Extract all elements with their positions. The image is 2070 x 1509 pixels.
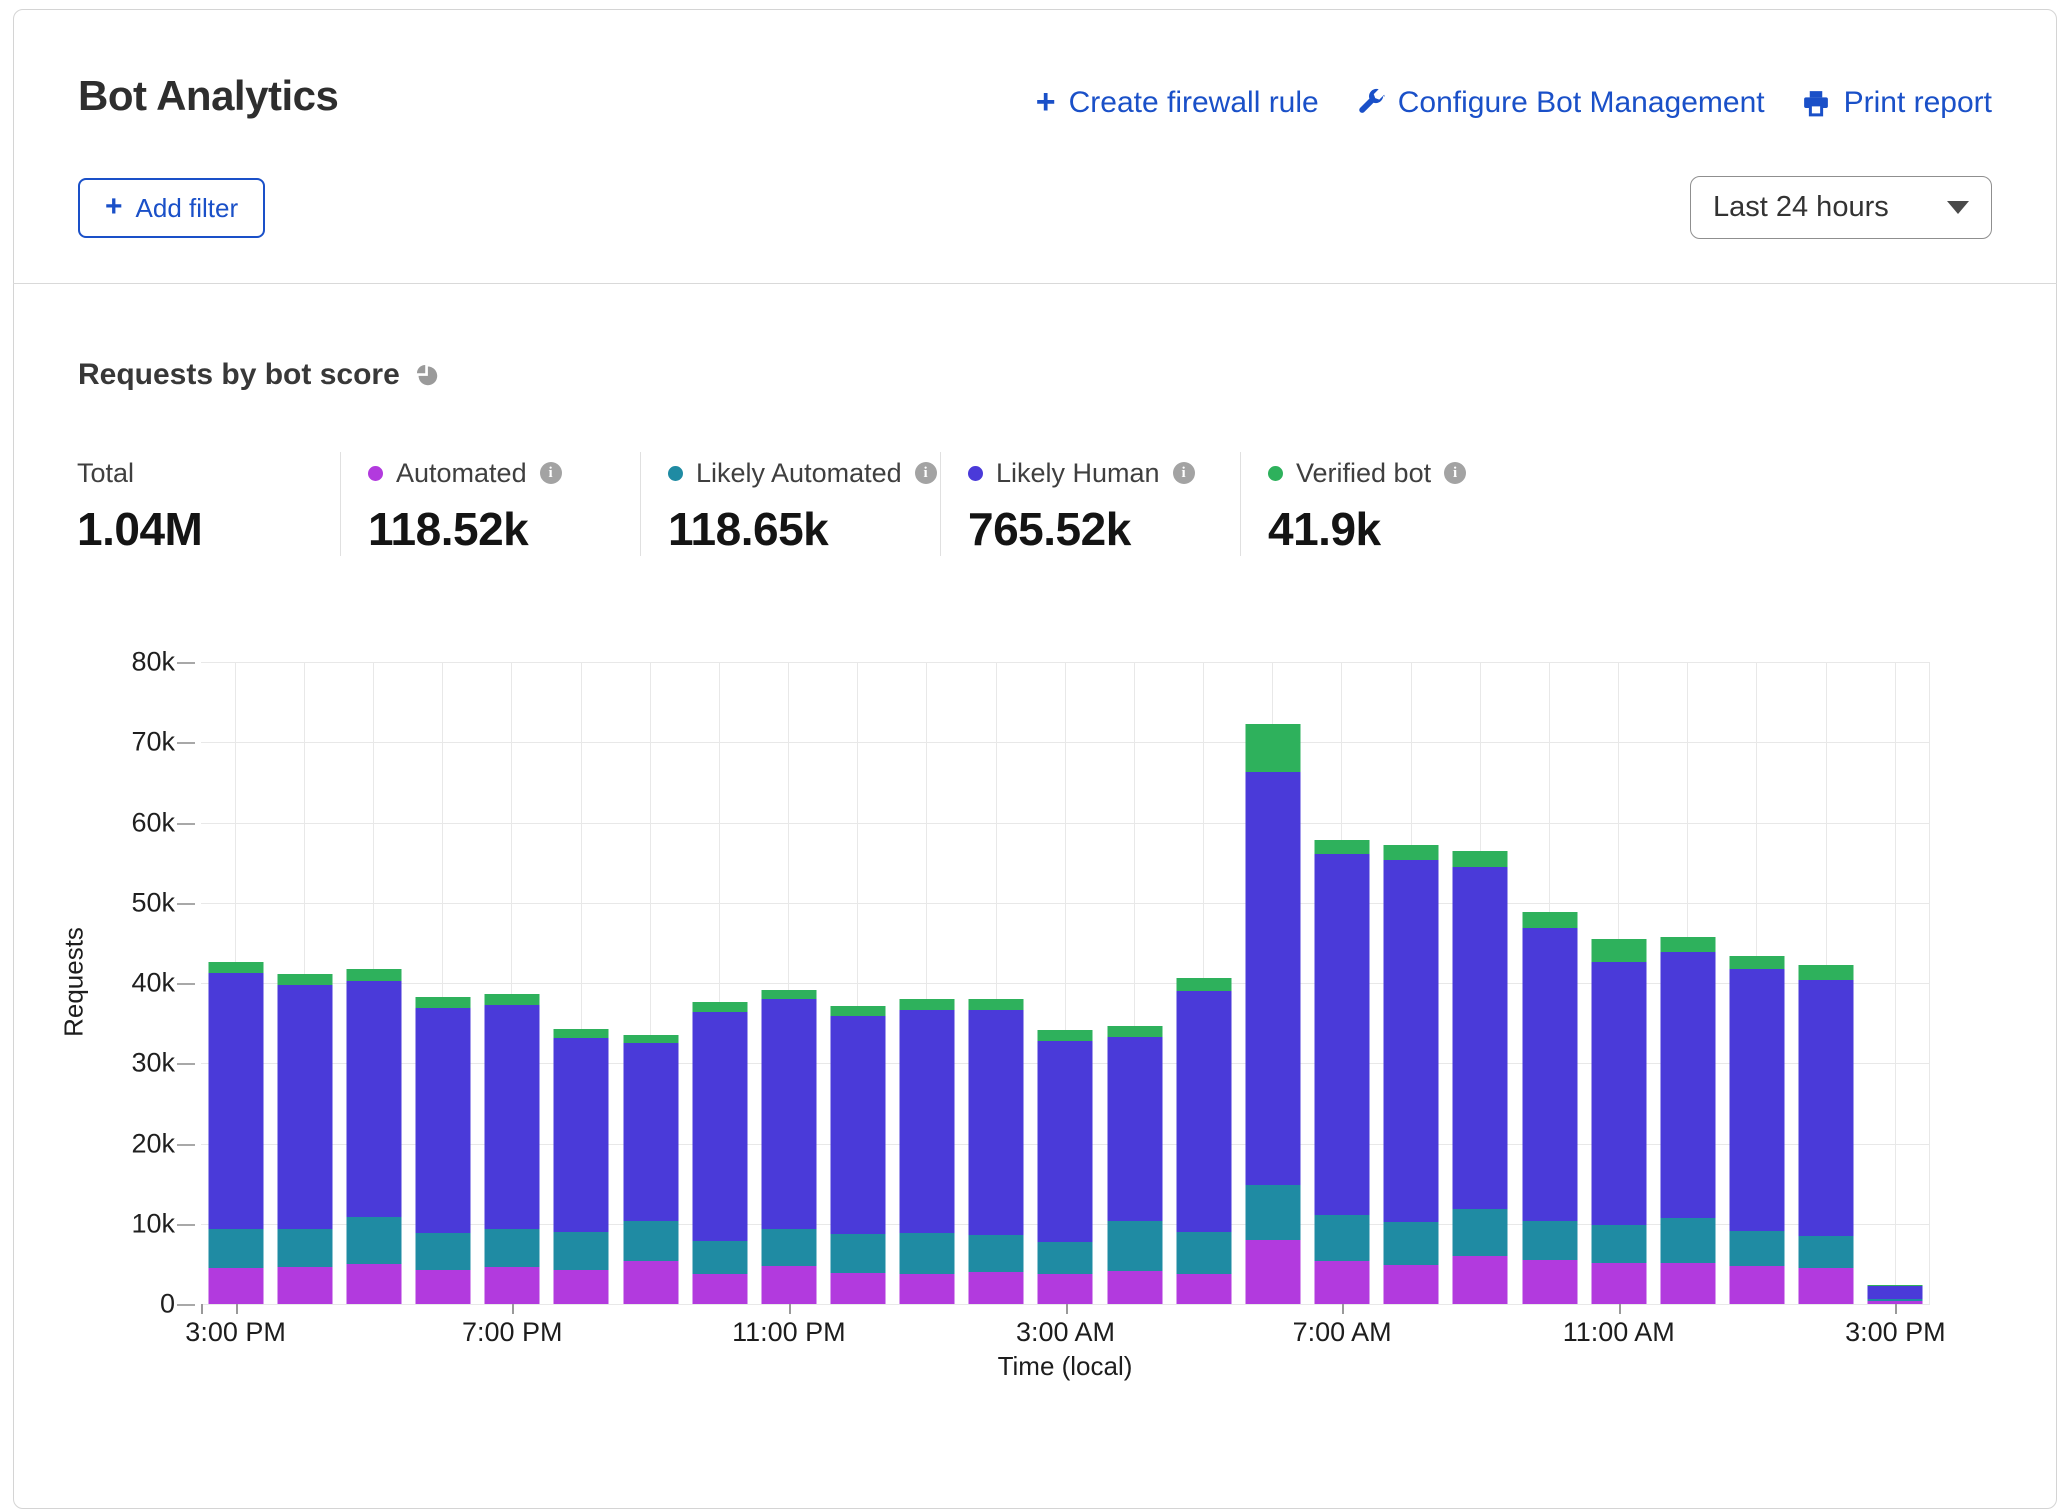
stat-value: 1.04M: [77, 502, 340, 556]
info-icon[interactable]: i: [540, 462, 562, 484]
stat-value: 118.52k: [368, 502, 640, 556]
page-title: Bot Analytics: [78, 72, 338, 120]
create-firewall-rule-link[interactable]: + Create firewall rule: [1036, 86, 1319, 120]
add-filter-button[interactable]: + Add filter: [78, 178, 265, 238]
header-actions: + Create firewall rule Configure Bot Man…: [1036, 86, 1992, 120]
stat-value: 118.65k: [668, 502, 940, 556]
pie-chart-icon: [415, 363, 439, 387]
add-filter-label: Add filter: [136, 193, 239, 224]
stat-automated: Automated i 118.52k: [340, 452, 640, 556]
configure-bot-management-label: Configure Bot Management: [1398, 86, 1765, 120]
stat-verified-bot: Verified bot i 41.9k: [1240, 452, 1540, 556]
stat-label: Likely Human: [996, 458, 1160, 489]
stats-row: Total 1.04M Automated i 118.52k Likely A…: [77, 452, 1540, 556]
likely-automated-dot: [668, 466, 683, 481]
chevron-down-icon: [1947, 201, 1969, 214]
stat-likely-automated: Likely Automated i 118.65k: [640, 452, 940, 556]
plus-icon: +: [1036, 85, 1056, 119]
printer-icon: [1801, 88, 1831, 118]
configure-bot-management-link[interactable]: Configure Bot Management: [1355, 86, 1765, 120]
verified-bot-dot: [1268, 466, 1283, 481]
create-firewall-rule-label: Create firewall rule: [1069, 86, 1319, 120]
stat-value: 41.9k: [1268, 502, 1540, 556]
automated-dot: [368, 466, 383, 481]
header-divider: [13, 283, 2057, 284]
likely-human-dot: [968, 466, 983, 481]
plus-icon: +: [105, 192, 123, 222]
section-heading: Requests by bot score: [78, 358, 439, 392]
info-icon[interactable]: i: [915, 462, 937, 484]
stat-label: Verified bot: [1296, 458, 1431, 489]
wrench-icon: [1355, 88, 1385, 118]
print-report-label: Print report: [1844, 86, 1992, 120]
time-range-value: Last 24 hours: [1713, 191, 1889, 224]
section-title: Requests by bot score: [78, 358, 400, 392]
info-icon[interactable]: i: [1444, 462, 1466, 484]
stat-likely-human: Likely Human i 765.52k: [940, 452, 1240, 556]
stat-value: 765.52k: [968, 502, 1240, 556]
stat-label: Likely Automated: [696, 458, 902, 489]
stat-label: Total: [77, 458, 134, 489]
stat-label: Automated: [396, 458, 527, 489]
info-icon[interactable]: i: [1173, 462, 1195, 484]
stat-total: Total 1.04M: [77, 452, 340, 556]
time-range-select[interactable]: Last 24 hours: [1690, 176, 1992, 239]
print-report-link[interactable]: Print report: [1801, 86, 1992, 120]
